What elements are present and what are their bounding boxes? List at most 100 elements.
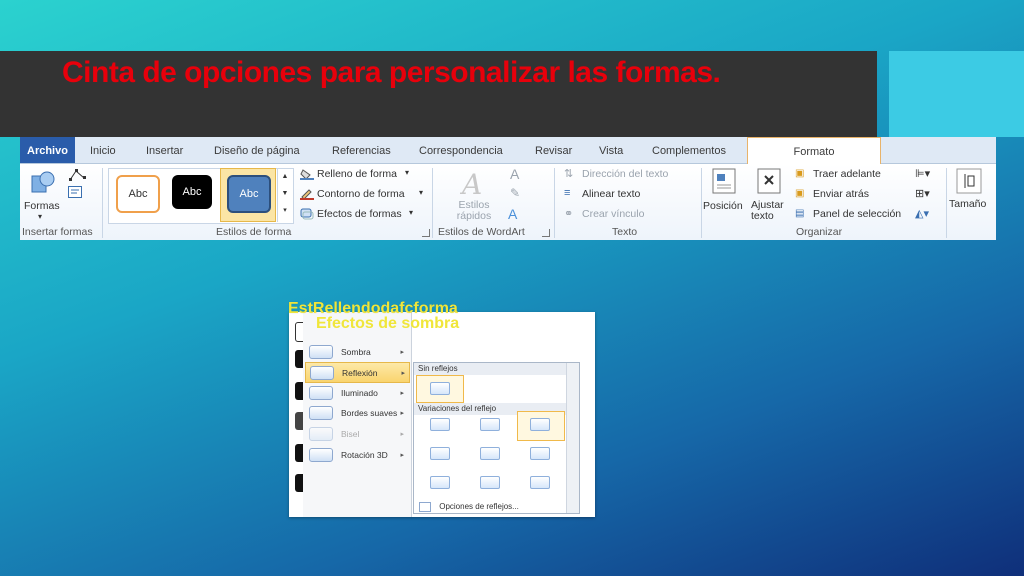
estilos-rapidos-label[interactable]: Estilos rápidos <box>454 200 494 222</box>
group-wordart: Estilos de WordArt <box>438 226 525 238</box>
enviar-atras-button[interactable]: Enviar atrás <box>813 188 869 200</box>
tab-referencias[interactable]: Referencias <box>332 137 391 163</box>
rotation-3d-icon <box>309 447 333 462</box>
reflection-none-option[interactable] <box>430 382 450 395</box>
traer-adelante-button[interactable]: Traer adelante <box>813 168 881 180</box>
paint-bucket-icon <box>300 168 314 180</box>
tab-insertar[interactable]: Insertar <box>146 137 183 163</box>
soft-edges-icon <box>309 405 333 420</box>
group-organizar: Organizar <box>796 226 843 238</box>
relleno-chevron-icon[interactable]: ▾ <box>405 168 409 177</box>
options-row: Opciones de reflejos... <box>413 502 578 512</box>
tab-inicio[interactable]: Inicio <box>90 137 116 163</box>
efectos-chevron-icon[interactable]: ▾ <box>409 208 413 217</box>
dialog-launcher-icon[interactable] <box>422 229 430 237</box>
separator <box>554 168 555 238</box>
tab-vista[interactable]: Vista <box>599 137 623 163</box>
style-thumb-2[interactable]: Abc <box>172 175 212 209</box>
reflection-variation[interactable] <box>430 447 450 460</box>
effects-menu-screenshot: Sombra ▸ Reflexión ▸ Iluminado ▸ Bordes … <box>289 312 595 517</box>
text-effects-icon[interactable]: A <box>508 206 517 222</box>
ribbon-tabs: Archivo Inicio Insertar Diseño de página… <box>20 137 996 164</box>
position-icon[interactable] <box>712 168 736 194</box>
size-icon[interactable] <box>956 168 982 194</box>
contorno-chevron-icon[interactable]: ▾ <box>419 188 423 197</box>
align-icon[interactable]: ⊫▾ <box>915 167 930 180</box>
menu-item-reflexion[interactable]: Reflexión ▸ <box>305 362 410 383</box>
options-icon <box>419 502 431 512</box>
tab-archivo[interactable]: Archivo <box>20 137 75 163</box>
posicion-button[interactable]: Posición <box>703 200 743 212</box>
effects-icon <box>300 208 314 220</box>
tamano-button[interactable]: Tamaño <box>949 198 986 210</box>
wordart-quickstyles-icon[interactable]: A <box>459 168 490 201</box>
reflection-variation[interactable] <box>480 447 500 460</box>
tab-complementos[interactable]: Complementos <box>652 137 726 163</box>
wrap-text-icon[interactable] <box>757 168 781 194</box>
text-direction-icon: ⇅ <box>564 168 574 180</box>
ribbon-body: Formas ▾ Insertar formas Abc Abc Abc ▲ ▼ ▾… <box>20 164 996 240</box>
style-thumb-3[interactable]: Abc <box>227 175 271 213</box>
separator <box>102 168 103 238</box>
formas-dropdown-icon[interactable]: ▾ <box>38 212 42 221</box>
link-icon: ⚭ <box>564 208 574 220</box>
group-estilos-forma: Estilos de forma <box>216 226 292 238</box>
reflection-variation[interactable] <box>530 418 550 431</box>
ribbon: Archivo Inicio Insertar Diseño de página… <box>20 137 996 240</box>
efectos-formas-button[interactable]: Efectos de formas <box>317 208 402 220</box>
shapes-icon[interactable] <box>30 170 56 196</box>
menu-item-sombra[interactable]: Sombra ▸ <box>305 342 408 361</box>
align-text-icon: ≡ <box>564 187 571 199</box>
overlay-text-efectos-sombra: Efectos de sombra <box>316 315 460 332</box>
menu-item-bordes-suaves[interactable]: Bordes suaves ▸ <box>305 403 408 422</box>
dialog-launcher-icon[interactable] <box>542 229 550 237</box>
group-icon[interactable]: ⊞▾ <box>915 187 930 200</box>
tab-correspondencia[interactable]: Correspondencia <box>419 137 503 163</box>
alinear-texto-button[interactable]: Alinear texto <box>582 188 640 200</box>
opciones-reflejos-link[interactable]: Opciones de reflejos... <box>439 502 519 511</box>
reflection-variation[interactable] <box>530 447 550 460</box>
separator <box>432 168 433 238</box>
reflection-variation[interactable] <box>430 418 450 431</box>
accent-box <box>889 51 1024 137</box>
formas-label[interactable]: Formas <box>24 200 60 212</box>
direccion-texto-button[interactable]: Dirección del texto <box>582 168 668 180</box>
tab-diseno-pagina[interactable]: Diseño de página <box>214 137 300 163</box>
gallery-scroll[interactable]: ▲ ▼ ▾ <box>277 168 292 222</box>
menu-item-iluminado[interactable]: Iluminado ▸ <box>305 383 408 402</box>
textbox-icon[interactable] <box>68 186 82 198</box>
text-fill-icon[interactable]: A <box>510 166 519 182</box>
ajustar-texto-button[interactable]: Ajustar texto <box>751 200 789 222</box>
svg-text:A: A <box>460 168 482 198</box>
menu-item-rotacion-3d[interactable]: Rotación 3D ▸ <box>305 445 408 464</box>
group-insertar-formas: Insertar formas <box>22 226 93 238</box>
tab-formato[interactable]: Formato <box>747 137 881 164</box>
contorno-forma-button[interactable]: Contorno de forma <box>317 188 405 200</box>
panel-seleccion-button[interactable]: Panel de selección <box>813 208 901 220</box>
slide: Cinta de opciones para personalizar las … <box>0 0 1024 576</box>
outline-pen-icon <box>300 188 314 200</box>
edit-points-icon[interactable] <box>68 168 88 182</box>
selection-pane-icon: ▤ <box>795 208 805 219</box>
send-backward-icon: ▣ <box>795 188 805 199</box>
crear-vinculo-button[interactable]: Crear vínculo <box>582 208 644 220</box>
text-outline-icon[interactable]: ✎ <box>510 186 520 200</box>
separator <box>701 168 702 238</box>
reflection-variation[interactable] <box>530 476 550 489</box>
reflection-variation[interactable] <box>480 418 500 431</box>
reflection-submenu: Sin reflejos Variaciones del reflejo <box>413 362 580 514</box>
relleno-forma-button[interactable]: Relleno de forma <box>317 168 397 180</box>
submenu-arrow-icon: ▸ <box>400 409 404 417</box>
submenu-arrow-icon: ▸ <box>400 348 404 356</box>
submenu-scrollbar[interactable] <box>566 363 579 513</box>
glow-icon <box>309 385 333 400</box>
submenu-arrow-icon: ▸ <box>400 430 404 438</box>
reflection-variation[interactable] <box>430 476 450 489</box>
style-thumb-1[interactable]: Abc <box>116 175 160 213</box>
rotate-icon[interactable]: ◭▾ <box>915 207 929 220</box>
submenu-header-none: Sin reflejos <box>414 363 569 375</box>
reflection-variation[interactable] <box>480 476 500 489</box>
menu-item-bisel[interactable]: Bisel ▸ <box>305 424 408 443</box>
tab-revisar[interactable]: Revisar <box>535 137 572 163</box>
group-texto: Texto <box>612 226 638 238</box>
